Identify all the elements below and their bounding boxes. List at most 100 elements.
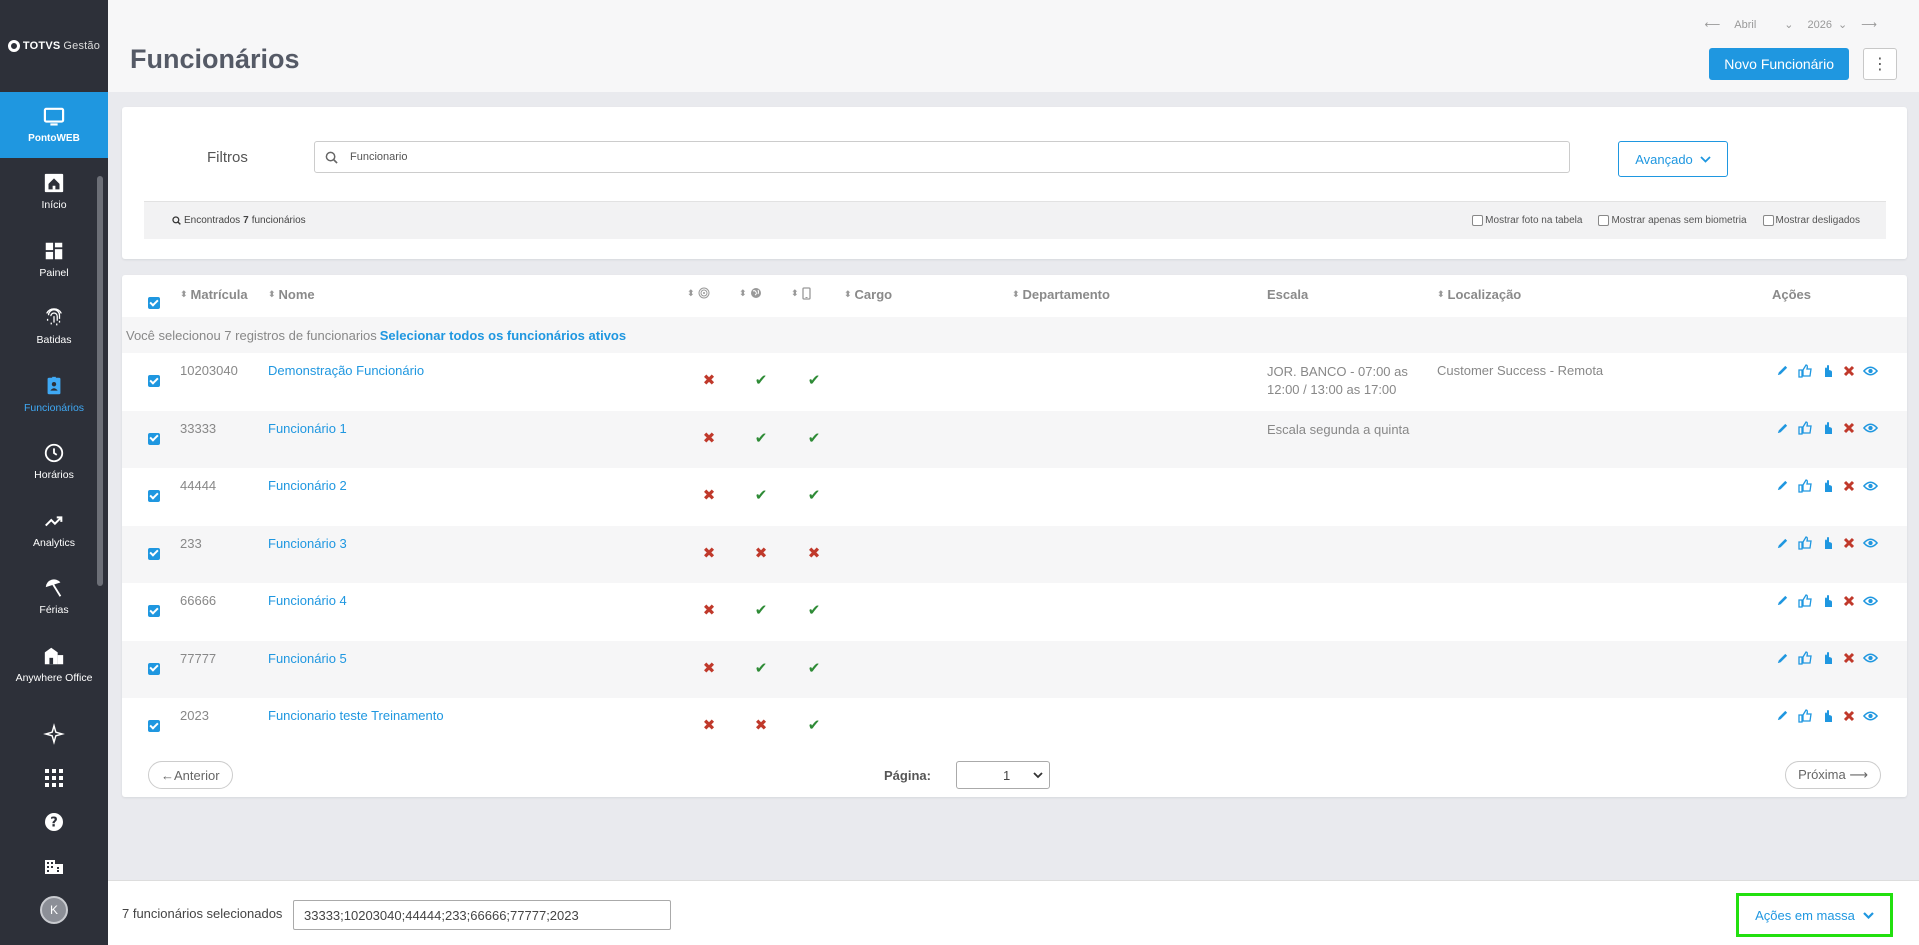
view-eye-icon[interactable] [1863,536,1878,551]
table-row[interactable]: 33333 Funcionário 1 Escala segunda a quint… [122,410,1907,468]
show-disabled-checkbox[interactable] [1762,215,1774,226]
delete-cross-icon[interactable] [1841,478,1856,493]
select-all-active-link[interactable]: Selecionar todos os funcionários ativos [380,328,626,343]
approve-thumbs-up-icon[interactable] [1797,363,1812,378]
view-eye-icon[interactable] [1863,478,1878,493]
delete-cross-icon[interactable] [1841,708,1856,723]
sidebar-item-analytics[interactable]: Analytics [0,496,108,564]
sidebar-item-horários[interactable]: Horários [0,428,108,496]
more-options-button[interactable]: ⋮ [1863,48,1897,80]
table-row[interactable]: 2023 Funcionario teste Treinamento ✖ ✖ ✔ [122,698,1907,756]
hand-pointer-icon[interactable] [1819,651,1834,666]
hand-pointer-icon[interactable] [1819,363,1834,378]
row-checkbox[interactable] [148,547,160,560]
edit-pencil-icon[interactable] [1775,421,1790,436]
column-nome[interactable]: ⬍ Nome [268,287,315,302]
column-web[interactable]: ⬍ [739,287,762,299]
sidebar-scrollbar[interactable] [97,176,103,586]
cell-nome[interactable]: Funcionário 5 [268,651,347,666]
bulk-actions-button[interactable]: Ações em massa [1736,893,1893,937]
column-departamento[interactable]: ⬍ Departamento [1012,287,1110,302]
column-biometry[interactable]: ⬍ [687,287,710,299]
cell-nome[interactable]: Funcionário 4 [268,593,347,608]
edit-pencil-icon[interactable] [1775,593,1790,608]
view-eye-icon[interactable] [1863,708,1878,723]
delete-cross-icon[interactable] [1841,363,1856,378]
row-checkbox[interactable] [148,375,160,387]
edit-pencil-icon[interactable] [1775,651,1790,666]
hand-pointer-icon[interactable] [1819,536,1834,551]
sidebar-item-férias[interactable]: Férias [0,563,108,631]
cell-nome[interactable]: Funcionário 2 [268,478,347,493]
prev-period-arrow-icon[interactable]: ⟵ [1705,18,1721,31]
month-select[interactable]: Abril ⌄ [1734,18,1793,32]
view-eye-icon[interactable] [1863,651,1878,666]
row-checkbox[interactable] [148,490,160,502]
cell-nome[interactable]: Funcionário 3 [268,536,347,551]
option-show-disabled[interactable]: Mostrar desligados [1762,215,1860,226]
view-eye-icon[interactable] [1863,363,1878,378]
approve-thumbs-up-icon[interactable] [1797,708,1812,723]
sidebar-item-funcionários[interactable]: Funcionários [0,361,108,429]
table-row[interactable]: 77777 Funcionário 5 ✖ ✔ ✔ [122,640,1907,698]
select-all-checkbox[interactable] [148,297,160,309]
edit-pencil-icon[interactable] [1775,478,1790,493]
edit-pencil-icon[interactable] [1775,708,1790,723]
help-icon[interactable]: ? [0,800,108,844]
approve-thumbs-up-icon[interactable] [1797,421,1812,436]
approve-thumbs-up-icon[interactable] [1797,536,1812,551]
table-row[interactable]: 66666 Funcionário 4 ✖ ✔ ✔ [122,583,1907,641]
hand-pointer-icon[interactable] [1819,708,1834,723]
module-pontoweb[interactable]: PontoWEB [0,92,108,158]
edit-pencil-icon[interactable] [1775,536,1790,551]
year-select[interactable]: 2026 ⌄ [1808,18,1848,32]
column-localizacao[interactable]: ⬍ Localização [1437,287,1521,302]
view-eye-icon[interactable] [1863,593,1878,608]
advanced-filter-button[interactable]: Avançado [1618,141,1728,177]
user-menu[interactable]: K [0,888,108,932]
edit-pencil-icon[interactable] [1775,363,1790,378]
company-icon[interactable] [0,844,108,888]
delete-cross-icon[interactable] [1841,651,1856,666]
avatar[interactable]: K [40,896,68,924]
view-eye-icon[interactable] [1863,421,1878,436]
next-period-arrow-icon[interactable]: ⟶ [1861,18,1877,31]
sparkle-icon[interactable] [0,712,108,756]
search-input[interactable]: Funcionario [314,141,1570,173]
hand-pointer-icon[interactable] [1819,478,1834,493]
hand-pointer-icon[interactable] [1819,593,1834,608]
delete-cross-icon[interactable] [1841,593,1856,608]
table-row[interactable]: 44444 Funcionário 2 ✖ ✔ ✔ [122,468,1907,526]
delete-cross-icon[interactable] [1841,536,1856,551]
row-checkbox[interactable] [148,662,160,675]
brand-logo[interactable]: TOTVS Gestão [0,0,108,92]
cell-nome[interactable]: Demonstração Funcionário [268,363,424,378]
approve-thumbs-up-icon[interactable] [1797,478,1812,493]
row-checkbox[interactable] [148,605,160,617]
hand-pointer-icon[interactable] [1819,421,1834,436]
table-row[interactable]: 233 Funcionário 3 ✖ ✖ ✖ [122,525,1907,583]
sidebar-item-anywhere-office[interactable]: Anywhere Office [0,631,108,699]
no-biometry-checkbox[interactable] [1598,215,1610,226]
row-checkbox[interactable] [148,432,160,445]
show-photo-checkbox[interactable] [1472,215,1484,226]
approve-thumbs-up-icon[interactable] [1797,651,1812,666]
row-checkbox[interactable] [148,720,160,732]
sidebar-item-batidas[interactable]: Batidas [0,293,108,361]
option-show-photo[interactable]: Mostrar foto na tabela [1472,215,1582,226]
option-no-biometry[interactable]: Mostrar apenas sem biometria [1598,215,1747,226]
selected-ids-field[interactable]: 33333;10203040;44444;233;66666;77777;202… [293,900,671,930]
previous-page-button[interactable]: ←Anterior [148,761,233,789]
column-matricula[interactable]: ⬍ Matrícula [180,287,248,302]
column-mobile[interactable]: ⬍ [791,287,811,300]
next-page-button[interactable]: Próxima ⟶ [1785,761,1881,789]
column-cargo[interactable]: ⬍ Cargo [844,287,892,302]
sidebar-item-painel[interactable]: Painel [0,226,108,294]
apps-grid-icon[interactable] [0,756,108,800]
delete-cross-icon[interactable] [1841,421,1856,436]
sidebar-item-início[interactable]: Início [0,158,108,226]
cell-nome[interactable]: Funcionario teste Treinamento [268,708,444,723]
new-employee-button[interactable]: Novo Funcionário [1709,48,1849,80]
cell-nome[interactable]: Funcionário 1 [268,421,347,436]
approve-thumbs-up-icon[interactable] [1797,593,1812,608]
